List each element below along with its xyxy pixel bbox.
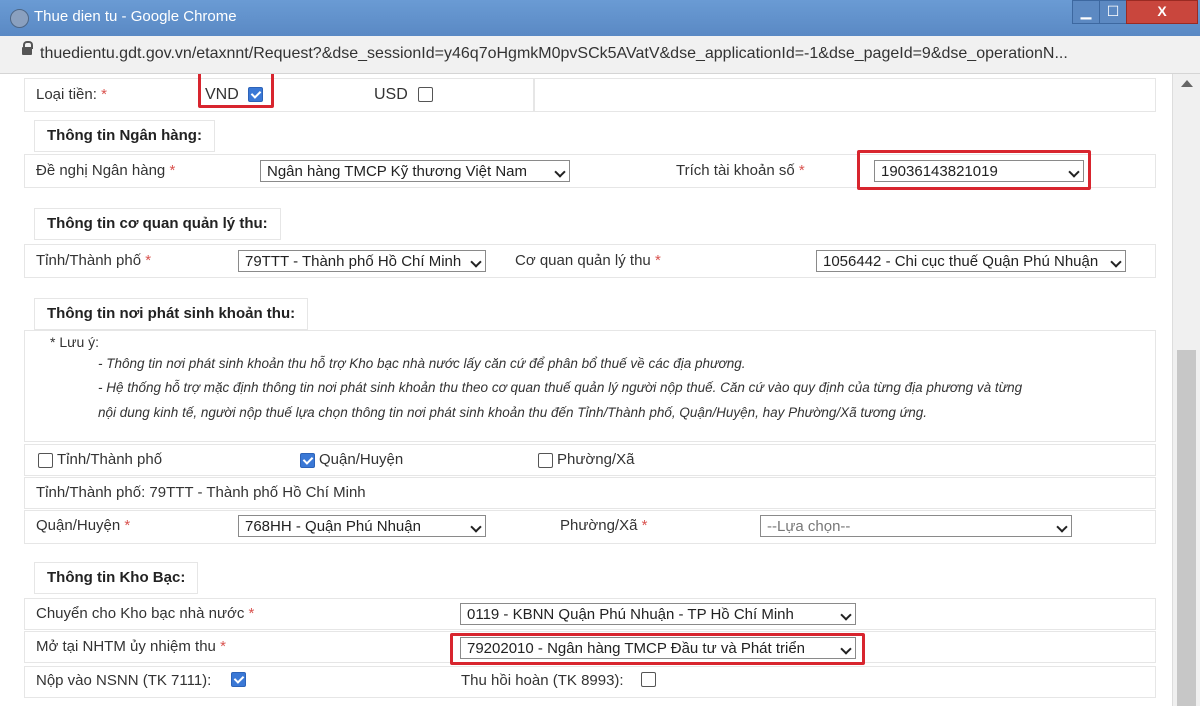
bank-section-title: Thông tin Ngân hàng: (34, 120, 215, 152)
treasury-section-title: Thông tin Kho Bạc: (34, 562, 199, 594)
scroll-up-icon[interactable] (1181, 80, 1193, 87)
district-label-text: Quận/Huyện (36, 517, 121, 534)
usd-checkbox[interactable] (418, 87, 433, 102)
account-label-text: Trích tài khoản số (676, 162, 795, 179)
origin-province-text: Tỉnh/Thành phố: 79TTT - Thành phố Hồ Chí… (36, 484, 366, 501)
account-highlight-box (857, 150, 1091, 190)
scrollbar-thumb[interactable] (1177, 350, 1196, 706)
agency-select[interactable]: 1056442 - Chi cục thuế Quận Phú Nhuận (816, 250, 1126, 272)
province-option-label: Tỉnh/Thành phố (57, 451, 163, 468)
chevron-down-icon (470, 521, 482, 533)
bank-select[interactable]: Ngân hàng TMCP Kỹ thương Việt Nam (260, 160, 570, 182)
currency-row-right (534, 78, 1156, 112)
ward-label: Phường/Xã * (560, 517, 647, 534)
ward-select[interactable]: --Lựa chọn-- (760, 515, 1072, 537)
agency-label: Cơ quan quản lý thu * (515, 252, 661, 269)
required-mark: * (654, 252, 661, 269)
district-select[interactable]: 768HH - Quận Phú Nhuận (238, 515, 486, 537)
currency-label-text: Loại tiền: (36, 86, 97, 103)
vnd-highlight-box (198, 74, 274, 108)
ward-label-text: Phường/Xã (560, 517, 638, 534)
collect-bank-highlight-box (450, 633, 865, 665)
lock-icon (22, 41, 33, 55)
bank-select-value: Ngân hàng TMCP Kỹ thương Việt Nam (267, 163, 528, 180)
transfer-label: Chuyển cho Kho bạc nhà nước * (36, 605, 254, 622)
note-line-1: - Thông tin nơi phát sinh khoản thu hỗ t… (98, 356, 746, 371)
required-mark: * (145, 252, 152, 269)
window-titlebar: Thue dien tu - Google Chrome ▁ ☐ X (0, 0, 1200, 36)
url-text[interactable]: thuedientu.gdt.gov.vn/etaxnnt/Request?&d… (40, 45, 1068, 63)
site-favicon-icon (10, 9, 29, 28)
transfer-select[interactable]: 0119 - KBNN Quận Phú Nhuận - TP Hồ Chí M… (460, 603, 856, 625)
required-mark: * (169, 162, 176, 179)
tax-form: Loại tiền: * VND USD Thông tin Ngân hàng… (0, 74, 1172, 706)
chevron-down-icon (1056, 521, 1068, 533)
note-title: * Lưu ý: (50, 334, 100, 350)
collect-bank-label: Mở tại NHTM ủy nhiệm thu * (36, 638, 226, 655)
agency-select-value: 1056442 - Chi cục thuế Quận Phú Nhuận (823, 253, 1099, 270)
ward-select-value: --Lựa chọn-- (767, 518, 851, 535)
agency-section-title: Thông tin cơ quan quản lý thu: (34, 208, 281, 240)
note-line-3: nội dung kinh tế, người nộp thuế lựa chọ… (98, 405, 927, 420)
close-button[interactable]: X (1126, 0, 1198, 24)
transfer-label-text: Chuyển cho Kho bạc nhà nước (36, 605, 245, 622)
required-mark: * (101, 86, 107, 103)
refund-checkbox[interactable] (641, 672, 656, 687)
province-label: Tỉnh/Thành phố * (36, 252, 151, 269)
ward-option-label: Phường/Xã (557, 451, 635, 468)
district-option-checkbox[interactable] (300, 453, 315, 468)
usd-label: USD (374, 86, 408, 103)
collect-bank-label-text: Mở tại NHTM ủy nhiệm thu (36, 638, 216, 655)
window-title: Thue dien tu - Google Chrome (34, 8, 237, 25)
note-line-2: - Hệ thống hỗ trợ mặc định thông tin nơi… (98, 380, 1023, 395)
address-bar[interactable]: thuedientu.gdt.gov.vn/etaxnnt/Request?&d… (0, 36, 1200, 74)
district-label: Quận/Huyện * (36, 517, 130, 534)
chevron-down-icon (1110, 256, 1122, 268)
district-option-label: Quận/Huyện (319, 451, 404, 468)
province-option-checkbox[interactable] (38, 453, 53, 468)
required-mark: * (124, 517, 131, 534)
agency-label-text: Cơ quan quản lý thu (515, 252, 651, 269)
bank-label: Đề nghị Ngân hàng * (36, 162, 175, 179)
province-select[interactable]: 79TTT - Thành phố Hồ Chí Minh (238, 250, 486, 272)
ward-option-checkbox[interactable] (538, 453, 553, 468)
district-select-value: 768HH - Quận Phú Nhuận (245, 518, 421, 535)
province-select-value: 79TTT - Thành phố Hồ Chí Minh (245, 253, 462, 270)
province-label-text: Tỉnh/Thành phố (36, 252, 142, 269)
origin-section-title: Thông tin nơi phát sinh khoản thu: (34, 298, 309, 330)
chevron-down-icon (554, 166, 566, 178)
currency-label: Loại tiền: * (36, 86, 107, 103)
maximize-button[interactable]: ☐ (1099, 0, 1127, 24)
nsnn-checkbox[interactable] (231, 672, 246, 687)
chevron-down-icon (470, 256, 482, 268)
required-mark: * (798, 162, 805, 179)
nsnn-label: Nộp vào NSNN (TK 7111): (36, 672, 212, 689)
required-mark: * (641, 517, 648, 534)
vertical-scrollbar[interactable] (1172, 74, 1200, 706)
required-mark: * (220, 638, 226, 655)
minimize-button[interactable]: ▁ (1072, 0, 1100, 24)
bank-label-text: Đề nghị Ngân hàng (36, 162, 166, 179)
account-label: Trích tài khoản số * (676, 162, 805, 179)
refund-label: Thu hồi hoàn (TK 8993): (461, 672, 624, 689)
transfer-select-value: 0119 - KBNN Quận Phú Nhuận - TP Hồ Chí M… (467, 606, 794, 623)
chevron-down-icon (840, 609, 852, 621)
required-mark: * (248, 605, 255, 622)
